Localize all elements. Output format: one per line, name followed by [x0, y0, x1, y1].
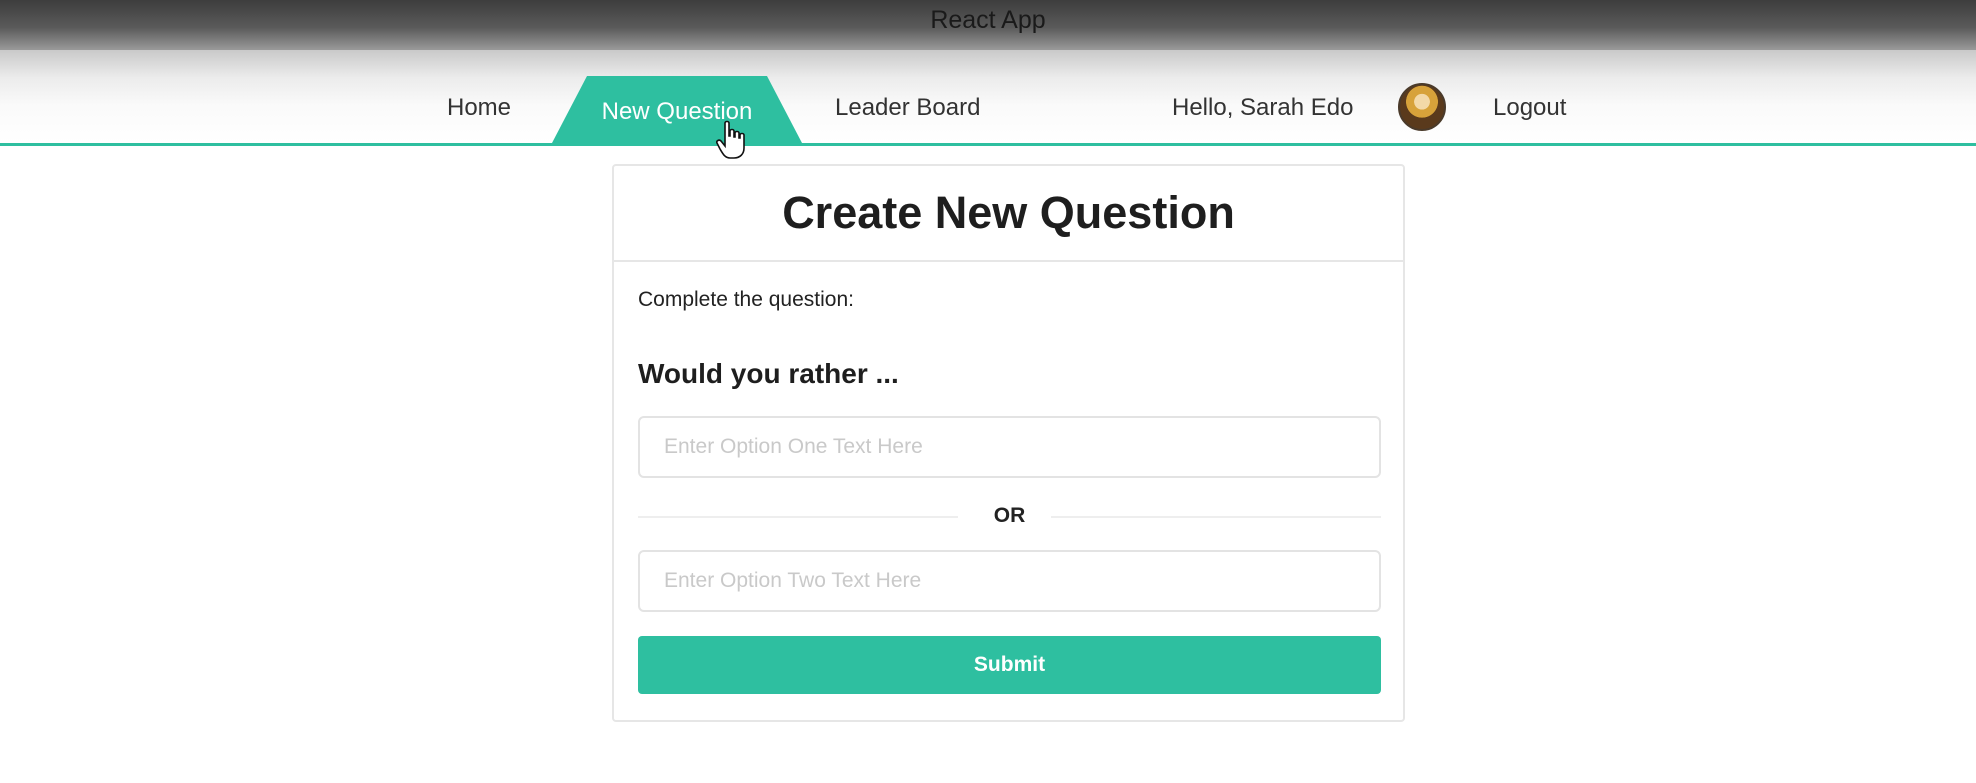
- or-divider: OR: [638, 502, 1381, 532]
- user-avatar: [1398, 83, 1446, 131]
- logout-link[interactable]: Logout: [1493, 94, 1566, 122]
- top-navbar: Home New Question Leader Board Hello, Sa…: [0, 50, 1976, 146]
- hand-cursor-icon: [716, 120, 745, 159]
- window-title: React App: [930, 6, 1046, 34]
- user-greeting: Hello, Sarah Edo: [1172, 94, 1354, 121]
- option-one-input[interactable]: [638, 416, 1381, 478]
- window-titlebar: React App: [0, 0, 1976, 50]
- nav-leader-board-link[interactable]: Leader Board: [835, 94, 980, 122]
- instruction-text: Complete the question:: [638, 288, 854, 311]
- question-prompt: Would you rather ...: [638, 358, 899, 389]
- nav-home-link[interactable]: Home: [447, 94, 511, 122]
- option-two-input[interactable]: [638, 550, 1381, 612]
- card-header: Create New Question: [614, 166, 1403, 262]
- nav-new-question-tab[interactable]: New Question: [552, 76, 802, 143]
- create-question-card: Create New Question Complete the questio…: [612, 164, 1405, 722]
- page-title: Create New Question: [782, 187, 1235, 238]
- divider-line-right: [1051, 516, 1381, 518]
- submit-button[interactable]: Submit: [638, 636, 1381, 694]
